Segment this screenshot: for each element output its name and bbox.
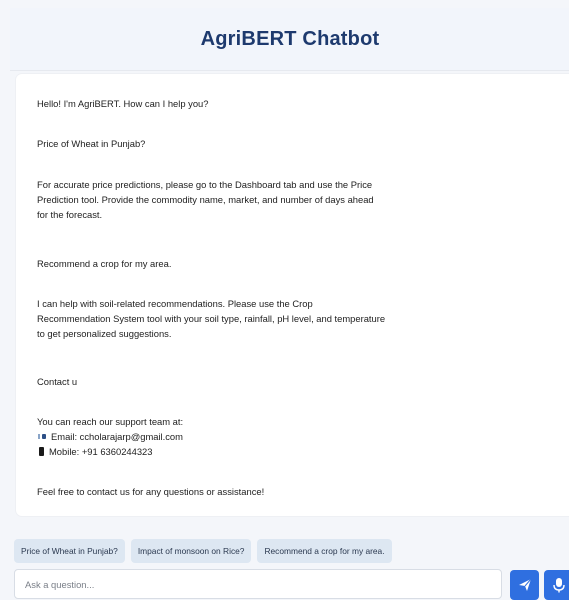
message-text: You can reach our support team at: xyxy=(37,416,184,427)
message-text: Feel free to contact us for any question… xyxy=(37,486,265,497)
mobile-phone-icon xyxy=(39,447,44,456)
message-text: For accurate price predictions, please g… xyxy=(37,179,373,190)
bot-message: Feel free to contact us for any question… xyxy=(37,484,467,499)
question-input[interactable] xyxy=(14,569,502,599)
message-text: Prediction tool. Provide the commodity n… xyxy=(37,194,374,205)
user-message: Contact u xyxy=(37,374,467,389)
microphone-button[interactable] xyxy=(544,570,569,600)
app-title: AgriBERT Chatbot xyxy=(200,27,380,50)
suggestion-chip[interactable]: Recommend a crop for my area. xyxy=(257,539,392,563)
message-text: I can help with soil-related recommendat… xyxy=(37,298,313,309)
email-line: Email: ccholarajarp@gmail.com xyxy=(37,429,467,444)
message-text: Recommendation System tool with your soi… xyxy=(37,313,386,324)
bot-message: For accurate price predictions, please g… xyxy=(37,177,467,222)
email-icon xyxy=(38,433,47,440)
user-message: Price of Wheat in Punjab? xyxy=(37,136,467,151)
microphone-icon xyxy=(552,578,565,593)
header-bar: AgriBERT Chatbot xyxy=(10,8,569,71)
bot-message: You can reach our support team at: Email… xyxy=(37,414,467,459)
question-input-row xyxy=(14,569,504,600)
message-text: Price of Wheat in Punjab? xyxy=(37,138,146,149)
message-text: Contact u xyxy=(37,376,78,387)
message-text: to get personalized suggestions. xyxy=(37,328,172,339)
email-text: Email: ccholarajarp@gmail.com xyxy=(51,431,183,442)
suggestion-chip[interactable]: Price of Wheat in Punjab? xyxy=(14,539,125,563)
bot-message: Hello! I'm AgriBERT. How can I help you? xyxy=(37,96,467,111)
message-text: for the forecast. xyxy=(37,209,103,220)
message-text: Hello! I'm AgriBERT. How can I help you? xyxy=(37,98,209,109)
suggestion-chips: Price of Wheat in Punjab? Impact of mons… xyxy=(14,539,392,563)
bot-message: I can help with soil-related recommendat… xyxy=(37,296,467,341)
mobile-text: Mobile: +91 6360244323 xyxy=(49,446,153,457)
user-message: Recommend a crop for my area. xyxy=(37,256,467,271)
send-button[interactable] xyxy=(510,570,539,600)
chatbot-app: AgriBERT Chatbot Hello! I'm AgriBERT. Ho… xyxy=(0,0,569,600)
message-text: Recommend a crop for my area. xyxy=(37,258,172,269)
send-icon xyxy=(518,578,531,591)
suggestion-chip[interactable]: Impact of monsoon on Rice? xyxy=(130,539,252,563)
mobile-line: Mobile: +91 6360244323 xyxy=(37,444,467,459)
